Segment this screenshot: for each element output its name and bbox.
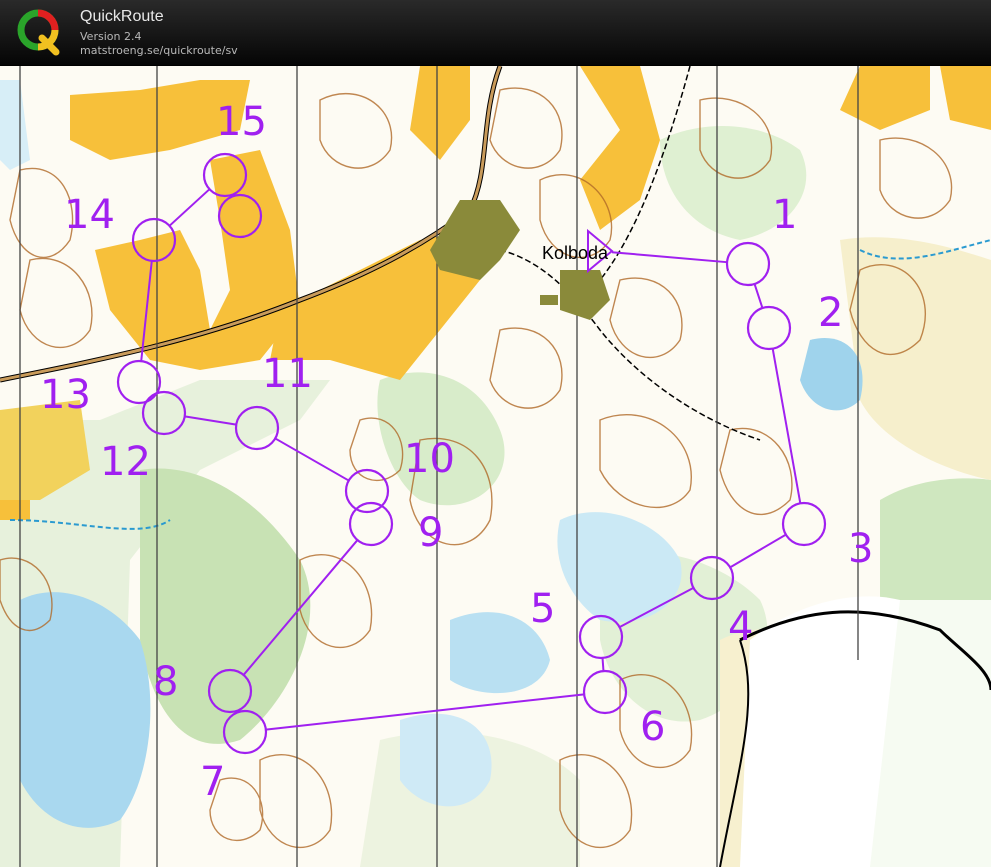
control-number-6: 6 xyxy=(640,704,665,750)
app-version: Version 2.4 xyxy=(80,30,142,43)
control-number-13: 13 xyxy=(40,372,91,418)
app-url: matstroeng.se/quickroute/sv xyxy=(80,44,238,57)
control-number-5: 5 xyxy=(530,586,555,632)
control-number-2: 2 xyxy=(818,290,843,336)
control-number-12: 12 xyxy=(100,439,151,485)
control-number-14: 14 xyxy=(64,192,115,238)
title-bar: QuickRoute Version 2.4 matstroeng.se/qui… xyxy=(0,0,991,66)
course-leg xyxy=(601,657,605,672)
control-number-15: 15 xyxy=(216,99,267,145)
control-number-9: 9 xyxy=(418,510,443,556)
app-name: QuickRoute xyxy=(80,8,164,25)
control-number-8: 8 xyxy=(153,659,178,705)
quickroute-logo-icon xyxy=(17,9,60,56)
control-number-4: 4 xyxy=(728,604,753,650)
map-canvas[interactable]: 123456789101112131415 Kolboda xyxy=(0,66,991,867)
control-number-7: 7 xyxy=(200,759,225,805)
control-number-3: 3 xyxy=(848,526,873,572)
control-number-10: 10 xyxy=(404,436,455,482)
control-number-11: 11 xyxy=(262,351,313,397)
orienteering-map[interactable]: 1 2 3 4 5 6 7 8 9 10 11 12 13 14 15 Kolboda xyxy=(0,66,991,867)
quickroute-window: QuickRoute Version 2.4 matstroeng.se/qui… xyxy=(0,0,991,867)
place-name-kolboda: Kolboda xyxy=(542,243,609,263)
control-number-1: 1 xyxy=(772,192,797,238)
